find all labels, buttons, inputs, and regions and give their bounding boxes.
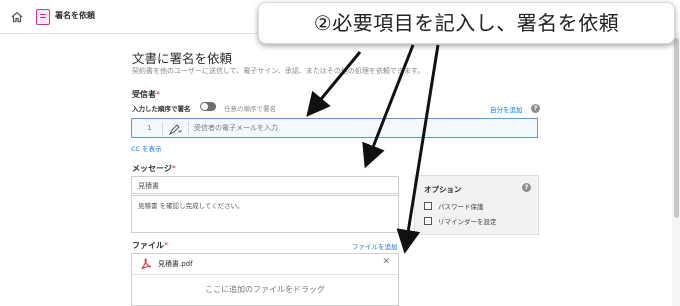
arrow-to-add-file bbox=[396, 44, 440, 254]
annotation-arrows bbox=[306, 44, 440, 254]
arrow-to-message bbox=[362, 44, 415, 169]
arrow-to-recipient bbox=[306, 51, 362, 117]
